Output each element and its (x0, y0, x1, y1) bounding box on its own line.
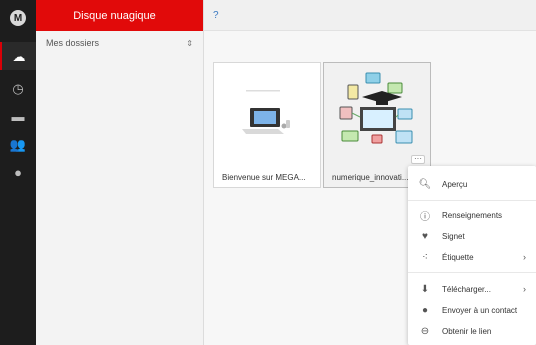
folder-panel: Disque nuagique Mes dossiers ⇕ (36, 0, 204, 345)
file-tile[interactable]: Bienvenue sur MEGA... (213, 62, 321, 188)
menu-item-preview[interactable]: 🔍︎ Aperçu (408, 175, 536, 193)
download-icon: ⬇ (420, 283, 430, 295)
mega-logo-icon: M (10, 10, 26, 26)
menu-separator (408, 200, 536, 201)
menu-separator (408, 272, 536, 273)
more-options-button[interactable]: ··· (411, 155, 425, 164)
menu-item-label: Télécharger... (442, 284, 491, 294)
context-menu: 🔍︎ Aperçu ⓘ Renseignements ♥ Signet ⁖ Ét… (408, 166, 536, 345)
info-icon: ⓘ (420, 211, 430, 223)
chevron-right-icon: › (523, 284, 526, 294)
laptop-image (214, 63, 320, 161)
cloud-icon: ☁ (12, 48, 26, 64)
contacts-icon: 👥 (9, 136, 27, 152)
cloud-drive-nav[interactable]: ☁ (0, 42, 36, 70)
clock-icon: ◷ (12, 80, 24, 96)
menu-item-label: Signet (442, 231, 465, 241)
my-folders-label: Mes dossiers (46, 38, 100, 48)
menu-item-bookmark[interactable]: ♥ Signet (408, 227, 536, 245)
menu-item-send-contact[interactable]: ● Envoyer à un contact (408, 301, 536, 319)
menu-item-info[interactable]: ⓘ Renseignements (408, 206, 536, 224)
menu-item-label: Aperçu (442, 179, 468, 189)
camera-uploads-icon: ▬ (11, 108, 25, 124)
help-link[interactable]: ? (213, 10, 219, 21)
recents-nav[interactable]: ◷ (0, 74, 36, 102)
sort-icon[interactable]: ⇕ (186, 39, 193, 48)
top-bar: ? (204, 0, 536, 31)
left-rail: M ☁ ◷ ▬ 👥 ● (0, 0, 36, 345)
menu-item-label: Envoyer à un contact (442, 305, 518, 315)
panel-title: Disque nuagique (73, 9, 156, 22)
chevron-right-icon: › (523, 252, 526, 262)
menu-item-download[interactable]: ⬇ Télécharger... › (408, 280, 536, 298)
panel-header: Disque nuagique (36, 0, 203, 31)
menu-item-get-link[interactable]: ⊖ Obtenir le lien (408, 322, 536, 340)
heart-icon: ♥ (422, 230, 428, 242)
chat-nav[interactable]: ● (0, 158, 36, 186)
search-icon: 🔍︎ (418, 178, 432, 190)
menu-item-label[interactable]: ⁖ Étiquette › (408, 248, 536, 266)
contacts-nav[interactable]: 👥 (0, 130, 36, 158)
mega-logo-button[interactable]: M (0, 4, 36, 32)
send-contact-icon: ● (421, 304, 429, 316)
menu-item-label: Renseignements (442, 210, 503, 220)
menu-item-label: Étiquette (442, 252, 474, 262)
digital-innovation-image (324, 63, 430, 161)
my-folders-row[interactable]: Mes dossiers ⇕ (36, 31, 203, 55)
chat-icon: ● (14, 164, 22, 180)
camera-uploads-nav[interactable]: ▬ (0, 102, 36, 130)
label-dots-icon: ⁖ (422, 251, 428, 263)
file-name: Bienvenue sur MEGA... (222, 173, 306, 182)
link-icon: ⊖ (420, 325, 430, 337)
menu-item-label: Obtenir le lien (442, 326, 492, 336)
